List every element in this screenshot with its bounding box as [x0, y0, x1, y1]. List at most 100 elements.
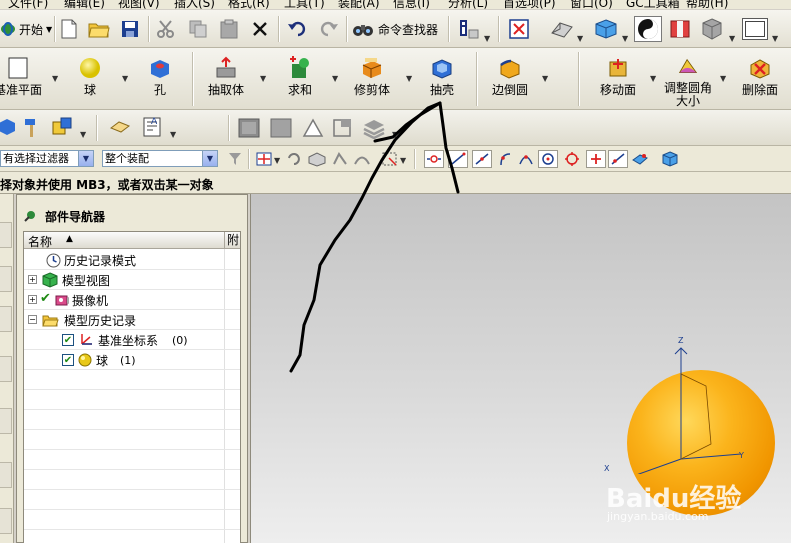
menu-help[interactable]: 帮助(H) [686, 0, 728, 9]
resource-tab-roles[interactable] [0, 508, 12, 534]
sphere-button[interactable]: 球 [70, 52, 110, 108]
menu-format[interactable]: 格式(R) [228, 0, 270, 9]
tree-item-history-mode[interactable]: 历史记录模式 [24, 250, 224, 270]
start-button[interactable]: 开始 ▼ [0, 18, 52, 40]
axis-y-label: Y [739, 451, 744, 460]
snap-intersection-icon[interactable] [516, 150, 536, 168]
column-extra-header[interactable]: 附 [224, 232, 240, 249]
delete-face-button[interactable]: 删除面 [738, 52, 782, 108]
menu-edit[interactable]: 编辑(E) [64, 0, 105, 9]
section-view-icon[interactable] [668, 17, 692, 41]
assembly-icon[interactable] [0, 116, 18, 138]
cut-icon[interactable] [156, 19, 176, 39]
snap-line-icon[interactable] [448, 150, 468, 168]
graphics-viewport[interactable]: Z X Y Baidu经验 jingyan.baidu.com [250, 194, 791, 543]
visibility-checkbox[interactable]: ✔ [62, 334, 74, 346]
eraser-icon[interactable] [108, 116, 132, 138]
view-layout-icon[interactable] [236, 116, 262, 140]
resource-tab-reuse-library[interactable] [0, 356, 12, 382]
layer-visibility-icon[interactable] [634, 16, 662, 42]
paste-icon[interactable] [218, 19, 240, 39]
render-style-icon[interactable] [550, 18, 574, 40]
extract-body-icon [216, 56, 236, 78]
open-folder-icon[interactable] [88, 19, 110, 39]
save-icon[interactable] [120, 19, 140, 39]
snap-cube-icon[interactable] [660, 150, 680, 168]
menu-analysis[interactable]: 分析(L) [448, 0, 488, 9]
menu-file[interactable]: 文件(F) [8, 0, 48, 9]
unite-button[interactable]: 求和 [280, 52, 320, 108]
part-tools-icon[interactable] [50, 116, 76, 138]
tree-item-cameras[interactable]: + ✔ 摄像机 [24, 290, 224, 310]
command-finder-button[interactable]: 命令查找器 [352, 19, 438, 39]
undo-icon[interactable] [286, 19, 308, 39]
snap-midpoint-icon[interactable] [472, 150, 492, 168]
tree-item-model-history[interactable]: − 模型历史记录 [24, 310, 224, 330]
shell-button[interactable]: 抽壳 [424, 52, 460, 108]
menu-info[interactable]: 信息(I) [393, 0, 430, 9]
select-curve-icon[interactable] [352, 150, 372, 168]
resource-tab-assembly[interactable] [0, 222, 12, 248]
snap-quadrant-icon[interactable] [562, 150, 582, 168]
information-icon[interactable] [456, 17, 482, 41]
column-name-header[interactable]: 名称 [28, 233, 52, 250]
select-feature-icon[interactable] [330, 150, 350, 168]
resource-tab-web[interactable] [0, 408, 12, 434]
select-body-icon[interactable] [306, 150, 328, 168]
expand-icon[interactable]: + [28, 295, 37, 304]
section-icon[interactable] [330, 116, 356, 140]
trim-body-button[interactable]: 修剪体 [350, 52, 394, 108]
single-view-icon[interactable] [268, 116, 294, 140]
visibility-checkbox[interactable]: ✔ [62, 354, 74, 366]
type-filter-select[interactable]: 有选择过滤器 ▼ [0, 150, 94, 167]
tree-item-label: 球 [96, 353, 109, 368]
collapse-icon[interactable]: − [28, 315, 37, 324]
resource-tab-history[interactable] [0, 462, 12, 488]
menu-tools[interactable]: 工具(T) [284, 0, 325, 9]
menu-view[interactable]: 视图(V) [118, 0, 160, 9]
move-face-button[interactable]: 移动面 [596, 52, 640, 108]
hole-button[interactable]: 孔 [140, 52, 180, 108]
background-color-icon[interactable] [742, 18, 768, 40]
tree-item-datum-csys[interactable]: ✔ 基准坐标系 (0) [24, 330, 224, 350]
snap-point-icon[interactable] [254, 150, 274, 168]
resource-tab-part-navigator[interactable] [0, 306, 12, 332]
menu-preferences[interactable]: 首选项(P) [503, 0, 556, 9]
hammer-icon[interactable] [22, 116, 44, 138]
tree-item-sphere[interactable]: ✔ 球 (1) [24, 350, 224, 370]
triangle-icon[interactable] [300, 116, 326, 140]
resize-blend-button[interactable]: 调整圆角大小 [662, 52, 714, 108]
expand-icon[interactable]: + [28, 275, 37, 284]
edge-blend-label: 边倒圆 [491, 83, 528, 97]
selection-scope-select[interactable]: 整个装配 ▼ [102, 150, 218, 167]
view-orientation-icon[interactable] [593, 17, 619, 41]
datum-plane-button[interactable]: 基准平面 [0, 52, 48, 108]
menu-insert[interactable]: 插入(S) [174, 0, 215, 9]
resource-tab-constraint[interactable] [0, 266, 12, 292]
wireframe-shaded-icon[interactable] [700, 17, 724, 41]
new-icon[interactable] [60, 19, 78, 39]
copy-icon[interactable] [188, 19, 208, 39]
layer-stack-icon[interactable] [360, 116, 388, 140]
snap-curve-point-icon[interactable] [496, 150, 516, 168]
snap-existing-point-icon[interactable] [586, 150, 606, 168]
annotation-icon[interactable]: A [140, 114, 166, 140]
menu-gc-toolbox[interactable]: GC工具箱 [626, 0, 680, 9]
undo-selection-icon[interactable] [284, 150, 302, 168]
snap-arc-center-icon[interactable] [538, 150, 558, 168]
tree-item-model-views[interactable]: + 模型视图 [24, 270, 224, 290]
snap-point-on-face-icon[interactable] [630, 150, 650, 168]
edge-blend-button[interactable]: 边倒圆 [488, 52, 532, 108]
delete-icon[interactable] [250, 19, 270, 39]
fit-view-icon[interactable] [508, 18, 530, 40]
extract-body-button[interactable]: 抽取体 [204, 52, 248, 108]
redo-icon[interactable] [318, 19, 340, 39]
filter-funnel-icon[interactable] [226, 150, 244, 168]
select-box-icon[interactable] [380, 150, 400, 168]
menu-window[interactable]: 窗口(O) [570, 0, 613, 9]
pin-icon[interactable] [23, 209, 37, 223]
menu-assembly[interactable]: 装配(A) [338, 0, 380, 9]
snap-point-on-curve-icon[interactable] [608, 150, 628, 168]
hole-icon [151, 60, 169, 78]
snap-endpoint-icon[interactable] [424, 150, 444, 168]
